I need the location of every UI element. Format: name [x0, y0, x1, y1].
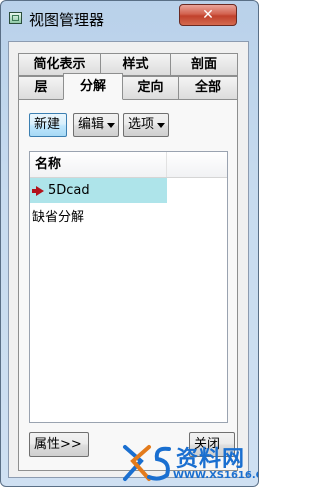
options-button-label: 选项 [128, 117, 155, 132]
explode-state-list[interactable]: 名称 5Dcad 缺省分解 [29, 151, 228, 423]
view-manager-window: 视图管理器 ✕ 简化表示 样式 剖面 层 分解 定向 全部 新建 编辑 选项 名… [0, 0, 259, 487]
tab-all[interactable]: 全部 [178, 76, 238, 100]
tab-label: 剖面 [190, 57, 217, 72]
new-button[interactable]: 新建 [29, 113, 67, 137]
dropdown-arrow-icon [157, 123, 165, 128]
list-item-label: 缺省分解 [32, 210, 85, 225]
column-header-name[interactable]: 名称 [30, 152, 167, 177]
watermark-text: 资料网 [176, 447, 246, 472]
properties-button-label: 属性>> [34, 437, 82, 452]
tab-label: 全部 [194, 80, 221, 95]
list-item-default-explode[interactable]: 缺省分解 [30, 205, 229, 230]
watermark: 资料网 WWW.XS1616.COM [119, 435, 258, 486]
dropdown-arrow-icon [107, 123, 115, 128]
list-item-5dcad[interactable]: 5Dcad [30, 178, 167, 203]
tab-label: 层 [34, 80, 48, 95]
window-close-button[interactable]: ✕ [179, 4, 237, 26]
tab-label: 样式 [122, 57, 149, 72]
window-title: 视图管理器 [29, 11, 105, 29]
options-menu-button[interactable]: 选项 [123, 113, 169, 137]
list-item-label: 5Dcad [48, 183, 90, 198]
watermark-url: WWW.XS1616.COM [173, 470, 258, 481]
watermark-logo-icon [123, 445, 171, 481]
view-manager-icon [9, 12, 22, 24]
list-header: 名称 [30, 152, 227, 178]
properties-button[interactable]: 属性>> [29, 432, 89, 457]
tab-label: 定向 [137, 80, 164, 95]
column-header-extra[interactable] [167, 152, 227, 177]
tab-label: 简化表示 [33, 57, 86, 72]
edit-menu-button[interactable]: 编辑 [73, 113, 119, 137]
title-bar[interactable]: 视图管理器 ✕ [1, 1, 258, 35]
edit-button-label: 编辑 [78, 117, 105, 132]
tab-explode[interactable]: 分解 [63, 73, 123, 100]
tab-cross-section[interactable]: 剖面 [170, 53, 238, 76]
tab-layers[interactable]: 层 [18, 76, 64, 100]
dialog-body: 简化表示 样式 剖面 层 分解 定向 全部 新建 编辑 选项 名称 5Dcad … [8, 41, 249, 478]
tab-orient[interactable]: 定向 [122, 76, 179, 100]
active-state-arrow-icon [32, 185, 44, 196]
tab-label: 分解 [79, 79, 106, 94]
close-icon: ✕ [202, 7, 214, 23]
new-button-label: 新建 [34, 117, 61, 132]
